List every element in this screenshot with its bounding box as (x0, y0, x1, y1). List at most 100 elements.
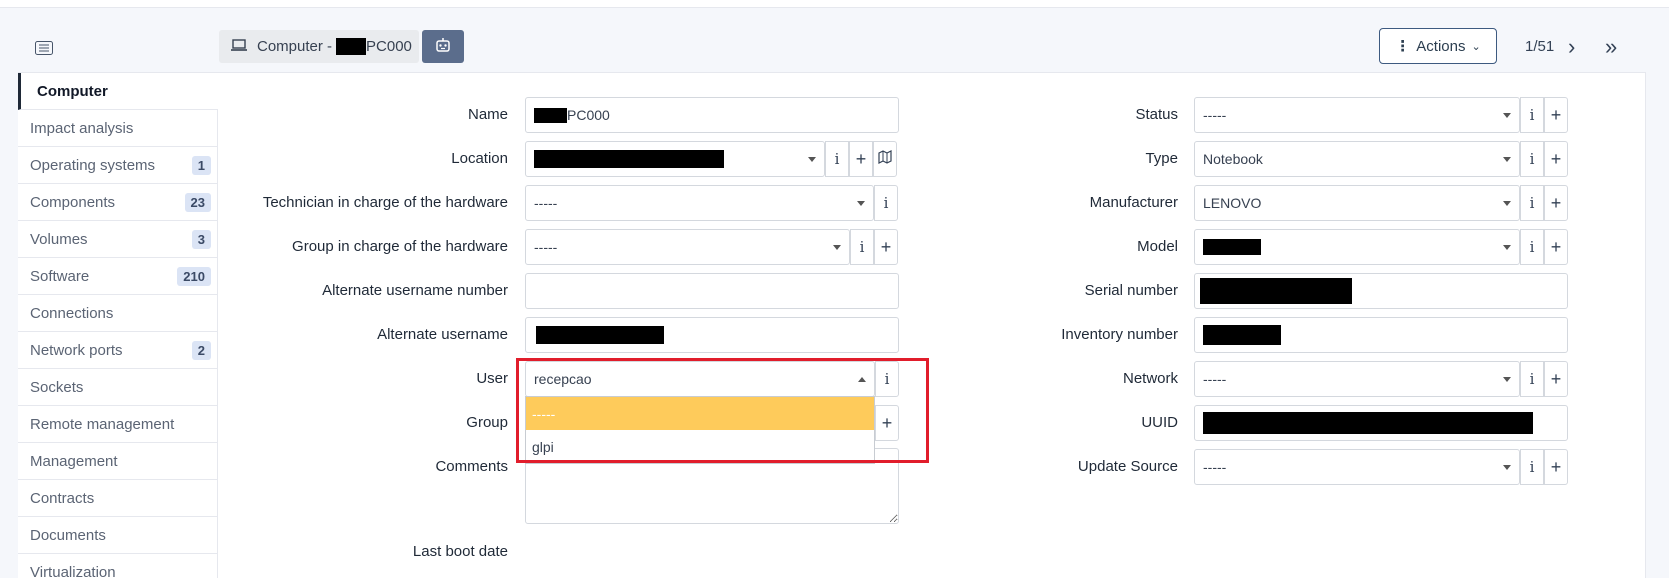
caret-down-icon (808, 157, 816, 162)
location-label: Location (451, 150, 508, 167)
inventory-number-input[interactable] (1194, 317, 1568, 353)
sidebar-item-label: Documents (30, 526, 106, 544)
sidebar-item-components[interactable]: Components 23 (18, 184, 218, 221)
sidebar-item-management[interactable]: Management (18, 443, 218, 480)
serial-number-label: Serial number (1084, 282, 1178, 299)
model-info-button[interactable]: i (1520, 229, 1544, 265)
location-map-button[interactable] (873, 141, 897, 177)
robot-button[interactable] (422, 30, 464, 63)
sidebar-item-label: Computer (37, 82, 108, 100)
comments-label: Comments (435, 458, 508, 475)
network-add-button[interactable]: + (1544, 361, 1568, 397)
sidebar-item-contracts[interactable]: Contracts (18, 480, 218, 517)
sidebar-item-operating-systems[interactable]: Operating systems 1 (18, 147, 218, 184)
model-add-button[interactable]: + (1544, 229, 1568, 265)
pager-count: 1/51 (1525, 38, 1555, 55)
sidebar-item-remote-management[interactable]: Remote management (18, 406, 218, 443)
next-item-button[interactable]: › (1568, 34, 1575, 60)
update-source-add-button[interactable]: + (1544, 449, 1568, 485)
sidebar: Computer Impact analysis Operating syste… (18, 73, 218, 578)
location-select[interactable] (525, 141, 825, 177)
sidebar-item-label: Management (30, 452, 118, 470)
sidebar-item-label: Components (30, 193, 116, 211)
alt-username-input[interactable] (525, 317, 899, 353)
sidebar-item-virtualization[interactable]: Virtualization (18, 554, 218, 578)
kebab-icon: ⋮ (1395, 38, 1411, 55)
sidebar-item-label: Network ports (30, 341, 123, 359)
breadcrumb-title: Computer - PC000 (257, 38, 412, 56)
manufacturer-info-button[interactable]: i (1520, 185, 1544, 221)
sidebar-item-connections[interactable]: Connections (18, 295, 218, 332)
name-value: PC000 (567, 107, 610, 123)
manufacturer-value: LENOVO (1203, 195, 1262, 211)
type-select[interactable]: Notebook (1194, 141, 1520, 177)
technician-select[interactable]: ----- (525, 185, 874, 221)
sidebar-item-software[interactable]: Software 210 (18, 258, 218, 295)
network-info-button[interactable]: i (1520, 361, 1544, 397)
redacted-block (534, 107, 567, 123)
sidebar-item-computer[interactable]: Computer (18, 73, 218, 110)
group-hardware-info-button[interactable]: i (850, 229, 874, 265)
name-label: Name (467, 106, 508, 123)
chevron-down-icon: ⌄ (1471, 40, 1481, 53)
redacted-block (1200, 278, 1352, 304)
count-badge: 23 (184, 192, 211, 212)
model-select[interactable] (1194, 229, 1520, 265)
count-badge: 210 (177, 266, 211, 286)
laptop-icon (231, 38, 247, 55)
redacted-block (1203, 239, 1261, 255)
update-source-value: ----- (1203, 459, 1227, 475)
breadcrumb[interactable]: Computer - PC000 (219, 30, 419, 63)
type-value: Notebook (1203, 151, 1263, 167)
sidebar-item-impact-analysis[interactable]: Impact analysis (18, 110, 218, 147)
sidebar-item-sockets[interactable]: Sockets (18, 369, 218, 406)
location-add-button[interactable]: + (849, 141, 873, 177)
location-info-button[interactable]: i (825, 141, 849, 177)
menu-list-icon[interactable] (30, 36, 58, 60)
sidebar-item-label: Volumes (30, 230, 88, 248)
annotation-highlight-box (516, 358, 929, 463)
sidebar-item-label: Virtualization (30, 563, 116, 578)
sidebar-item-label: Software (30, 267, 90, 285)
caret-down-icon (833, 245, 841, 250)
caret-down-icon (1503, 377, 1511, 382)
status-value: ----- (1203, 107, 1227, 123)
count-badge: 1 (191, 155, 211, 175)
status-add-button[interactable]: + (1544, 97, 1568, 133)
sidebar-item-label: Operating systems (30, 156, 156, 174)
model-label: Model (1137, 238, 1178, 255)
alt-username-number-label: Alternate username number (322, 282, 508, 299)
technician-label: Technician in charge of the hardware (262, 194, 508, 211)
sidebar-item-network-ports[interactable]: Network ports 2 (18, 332, 218, 369)
redacted-block (1203, 412, 1533, 434)
uuid-input[interactable] (1194, 405, 1568, 441)
sidebar-item-documents[interactable]: Documents (18, 517, 218, 554)
type-add-button[interactable]: + (1544, 141, 1568, 177)
group-hardware-add-button[interactable]: + (874, 229, 898, 265)
technician-info-button[interactable]: i (874, 185, 898, 221)
status-label: Status (1135, 106, 1178, 123)
manufacturer-add-button[interactable]: + (1544, 185, 1568, 221)
name-input[interactable]: PC000 (525, 97, 899, 133)
uuid-label: UUID (1141, 414, 1178, 431)
update-source-info-button[interactable]: i (1520, 449, 1544, 485)
status-select[interactable]: ----- (1194, 97, 1520, 133)
alt-username-number-input[interactable] (525, 273, 899, 309)
group-hardware-select[interactable]: ----- (525, 229, 850, 265)
manufacturer-select[interactable]: LENOVO (1194, 185, 1520, 221)
last-item-button[interactable]: » (1605, 34, 1617, 60)
sidebar-item-volumes[interactable]: Volumes 3 (18, 221, 218, 258)
redacted-block (1203, 325, 1281, 345)
update-source-select[interactable]: ----- (1194, 449, 1520, 485)
count-badge: 3 (191, 229, 211, 249)
sidebar-item-label: Remote management (30, 415, 175, 433)
status-info-button[interactable]: i (1520, 97, 1544, 133)
sidebar-item-label: Contracts (30, 489, 95, 507)
serial-number-input[interactable] (1194, 273, 1568, 309)
network-value: ----- (1203, 371, 1227, 387)
last-boot-label: Last boot date (412, 543, 508, 560)
type-info-button[interactable]: i (1520, 141, 1544, 177)
network-select[interactable]: ----- (1194, 361, 1520, 397)
breadcrumb-prefix: Computer - (257, 37, 333, 55)
actions-button[interactable]: ⋮ Actions ⌄ (1379, 28, 1497, 64)
